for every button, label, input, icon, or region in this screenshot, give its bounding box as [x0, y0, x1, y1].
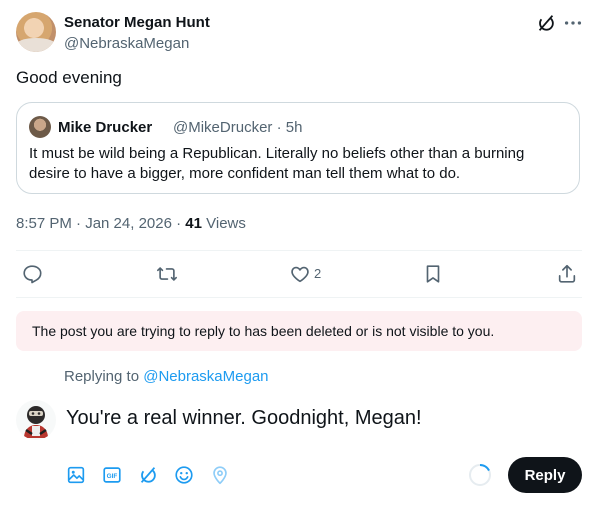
views-count: 41: [185, 215, 202, 232]
quoted-post[interactable]: Mike Drucker @MikeDrucker · 5h It must b…: [16, 102, 580, 194]
emoji-icon[interactable]: [173, 464, 195, 486]
spinner-icon: [469, 463, 491, 486]
divider: [16, 250, 582, 251]
gif-icon[interactable]: GIF: [101, 464, 123, 486]
replying-to-handle[interactable]: @NebraskaMegan: [143, 368, 268, 385]
grok-icon[interactable]: [137, 464, 159, 486]
quote-handle-time: @MikeDrucker · 5h: [173, 119, 303, 136]
reply-textbox[interactable]: You're a real winner. Goodnight, Megan!: [66, 404, 422, 432]
views-label: Views: [206, 215, 246, 232]
divider: [16, 297, 582, 298]
deleted-post-notice: The post you are trying to reply to has …: [16, 311, 582, 351]
more-icon[interactable]: [562, 12, 584, 34]
like-icon[interactable]: [289, 263, 311, 285]
grok-icon[interactable]: [535, 12, 557, 34]
replying-prefix: Replying to: [64, 368, 140, 385]
post-meta: 8:57 PM · Jan 24, 2026 · 41 Views: [16, 214, 246, 234]
meta-separator: ·: [176, 215, 182, 232]
user-avatar[interactable]: [16, 400, 56, 440]
post-text: Good evening: [16, 68, 122, 87]
author-handle[interactable]: @NebraskaMegan: [64, 34, 189, 54]
share-icon[interactable]: [556, 263, 578, 285]
quote-text: It must be wild being a Republican. Lite…: [29, 145, 525, 182]
location-icon[interactable]: [209, 464, 231, 486]
post-time[interactable]: 8:57 PM · Jan 24, 2026: [16, 215, 172, 232]
bookmark-icon[interactable]: [422, 263, 444, 285]
reply-icon[interactable]: [21, 263, 43, 285]
quote-avatar: [29, 116, 51, 138]
author-display-name[interactable]: Senator Megan Hunt: [64, 13, 210, 33]
author-avatar[interactable]: [16, 12, 56, 52]
reply-button[interactable]: Reply: [508, 457, 582, 493]
image-icon[interactable]: [65, 464, 87, 486]
quote-display-name: Mike Drucker: [58, 119, 153, 136]
gif-label: GIF: [107, 473, 118, 480]
like-count: 2: [314, 266, 322, 281]
repost-icon[interactable]: [156, 263, 178, 285]
replying-to: Replying to @NebraskaMegan: [64, 367, 269, 387]
